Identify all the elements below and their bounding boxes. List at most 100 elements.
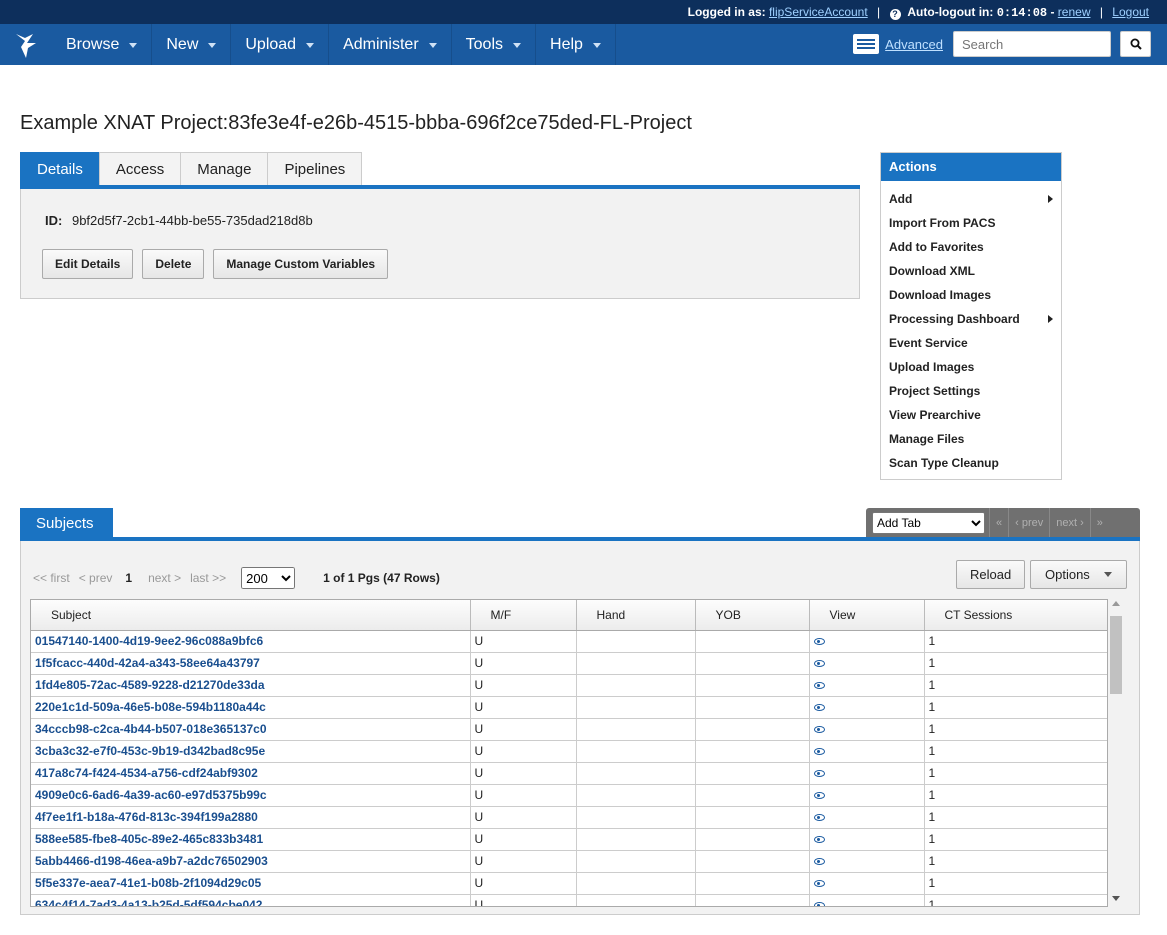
- subject-link[interactable]: 3cba3c32-e7f0-453c-9b19-d342bad8c95e: [31, 740, 471, 763]
- subject-link[interactable]: 34cccb98-c2ca-4b44-b507-018e365137c0: [31, 718, 471, 741]
- action-project-settings[interactable]: Project Settings: [881, 379, 1061, 403]
- pager-first[interactable]: << first: [33, 571, 70, 585]
- action-add-to-favorites[interactable]: Add to Favorites: [881, 235, 1061, 259]
- eye-icon[interactable]: [813, 792, 825, 800]
- column-header-hand[interactable]: Hand: [576, 600, 696, 631]
- eye-icon[interactable]: [813, 858, 825, 866]
- action-processing-dashboard[interactable]: Processing Dashboard: [881, 307, 1061, 331]
- subject-link[interactable]: 417a8c74-f424-4534-a756-cdf24abf9302: [31, 762, 471, 785]
- view-cell[interactable]: [809, 630, 925, 653]
- scroll-thumb[interactable]: [1110, 616, 1122, 694]
- view-cell[interactable]: [809, 784, 925, 807]
- column-header-ct-sessions[interactable]: CT Sessions: [924, 600, 1107, 631]
- subject-link[interactable]: 01547140-1400-4d19-9ee2-96c088a9bfc6: [31, 630, 471, 653]
- tab-last-button[interactable]: »: [1089, 508, 1109, 537]
- delete-button[interactable]: Delete: [142, 249, 205, 279]
- tab-pipelines[interactable]: Pipelines: [267, 152, 363, 186]
- view-cell[interactable]: [809, 696, 925, 719]
- edit-details-button[interactable]: Edit Details: [42, 249, 134, 279]
- action-upload-images[interactable]: Upload Images: [881, 355, 1061, 379]
- action-import-from-pacs[interactable]: Import From PACS: [881, 211, 1061, 235]
- page-size-select[interactable]: 200: [241, 567, 296, 589]
- table-row: 3cba3c32-e7f0-453c-9b19-d342bad8c95e U 1: [31, 740, 1107, 763]
- eye-icon[interactable]: [813, 902, 825, 906]
- logout-link[interactable]: Logout: [1112, 5, 1149, 19]
- view-cell[interactable]: [809, 762, 925, 785]
- subject-link[interactable]: 634c4f14-7ad3-4a13-b25d-5df594cbe042: [31, 894, 471, 906]
- view-cell[interactable]: [809, 828, 925, 851]
- eye-icon[interactable]: [813, 836, 825, 844]
- search-button[interactable]: [1120, 31, 1151, 57]
- pager-next[interactable]: next >: [148, 571, 181, 585]
- action-scan-type-cleanup[interactable]: Scan Type Cleanup: [881, 451, 1061, 475]
- nav-help[interactable]: Help: [536, 24, 616, 65]
- cell-hand: [576, 894, 696, 906]
- tab-manage[interactable]: Manage: [180, 152, 269, 186]
- eye-icon[interactable]: [813, 660, 825, 668]
- nav-new[interactable]: New: [152, 24, 232, 65]
- column-header-subject[interactable]: Subject: [31, 600, 471, 631]
- eye-icon[interactable]: [813, 726, 825, 734]
- manage-custom-variables-button[interactable]: Manage Custom Variables: [213, 249, 389, 279]
- nav-administer[interactable]: Administer: [329, 24, 452, 65]
- eye-icon[interactable]: [813, 814, 825, 822]
- view-cell[interactable]: [809, 872, 925, 895]
- eye-icon[interactable]: [813, 638, 825, 646]
- eye-icon[interactable]: [813, 770, 825, 778]
- eye-icon[interactable]: [813, 748, 825, 756]
- tab-first-button[interactable]: «: [989, 508, 1008, 537]
- xnat-logo-icon[interactable]: [0, 24, 52, 65]
- advanced-search-link[interactable]: Advanced: [885, 37, 943, 52]
- subject-link[interactable]: 220e1c1d-509a-46e5-b08e-594b1180a44c: [31, 696, 471, 719]
- user-link[interactable]: flipServiceAccount: [769, 5, 868, 19]
- view-cell[interactable]: [809, 674, 925, 697]
- pager-last[interactable]: last >>: [190, 571, 226, 585]
- eye-icon[interactable]: [813, 682, 825, 690]
- view-cell[interactable]: [809, 806, 925, 829]
- column-header-yob[interactable]: YOB: [695, 600, 810, 631]
- view-cell[interactable]: [809, 718, 925, 741]
- options-button[interactable]: Options: [1030, 560, 1127, 589]
- scroll-down-icon[interactable]: [1112, 896, 1120, 901]
- action-download-images[interactable]: Download Images: [881, 283, 1061, 307]
- action-add[interactable]: Add: [881, 187, 1061, 211]
- nav-browse[interactable]: Browse: [52, 24, 153, 65]
- list-icon[interactable]: [853, 34, 880, 54]
- action-download-xml[interactable]: Download XML: [881, 259, 1061, 283]
- eye-icon[interactable]: [813, 704, 825, 712]
- actions-title: Actions: [881, 153, 1061, 181]
- subject-link[interactable]: 1fd4e805-72ac-4589-9228-d21270de33da: [31, 674, 471, 697]
- view-cell[interactable]: [809, 850, 925, 873]
- search-input[interactable]: [953, 31, 1111, 57]
- column-header-mf[interactable]: M/F: [470, 600, 577, 631]
- nav-tools[interactable]: Tools: [452, 24, 537, 65]
- action-event-service[interactable]: Event Service: [881, 331, 1061, 355]
- subject-link[interactable]: 1f5fcacc-440d-42a4-a343-58ee64a43797: [31, 652, 471, 675]
- cell-hand: [576, 762, 696, 785]
- view-cell[interactable]: [809, 894, 925, 906]
- subject-link[interactable]: 588ee585-fbe8-405c-89e2-465c833b3481: [31, 828, 471, 851]
- cell-yob: [695, 652, 810, 675]
- column-header-view[interactable]: View: [809, 600, 925, 631]
- subject-link[interactable]: 4f7ee1f1-b18a-476d-813c-394f199a2880: [31, 806, 471, 829]
- tab-access[interactable]: Access: [98, 152, 182, 186]
- renew-link[interactable]: renew: [1058, 5, 1091, 19]
- tab-details[interactable]: Details: [20, 152, 100, 186]
- view-cell[interactable]: [809, 740, 925, 763]
- tab-subjects[interactable]: Subjects: [20, 508, 113, 538]
- pager-prev[interactable]: < prev: [79, 571, 113, 585]
- eye-icon[interactable]: [813, 880, 825, 888]
- subject-link[interactable]: 5f5e337e-aea7-41e1-b08b-2f1094d29c05: [31, 872, 471, 895]
- nav-upload[interactable]: Upload: [231, 24, 330, 65]
- reload-button[interactable]: Reload: [956, 560, 1026, 589]
- table-scrollbar[interactable]: [1109, 599, 1123, 907]
- subject-link[interactable]: 4909e0c6-6ad6-4a39-ac60-e97d5375b99c: [31, 784, 471, 807]
- subject-link[interactable]: 5abb4466-d198-46ea-a9b7-a2dc76502903: [31, 850, 471, 873]
- tab-prev-button[interactable]: ‹ prev: [1008, 508, 1049, 537]
- scroll-up-icon[interactable]: [1112, 601, 1120, 606]
- add-tab-select[interactable]: Add Tab: [872, 511, 985, 534]
- action-view-prearchive[interactable]: View Prearchive: [881, 403, 1061, 427]
- view-cell[interactable]: [809, 652, 925, 675]
- tab-next-button[interactable]: next ›: [1049, 508, 1090, 537]
- action-manage-files[interactable]: Manage Files: [881, 427, 1061, 451]
